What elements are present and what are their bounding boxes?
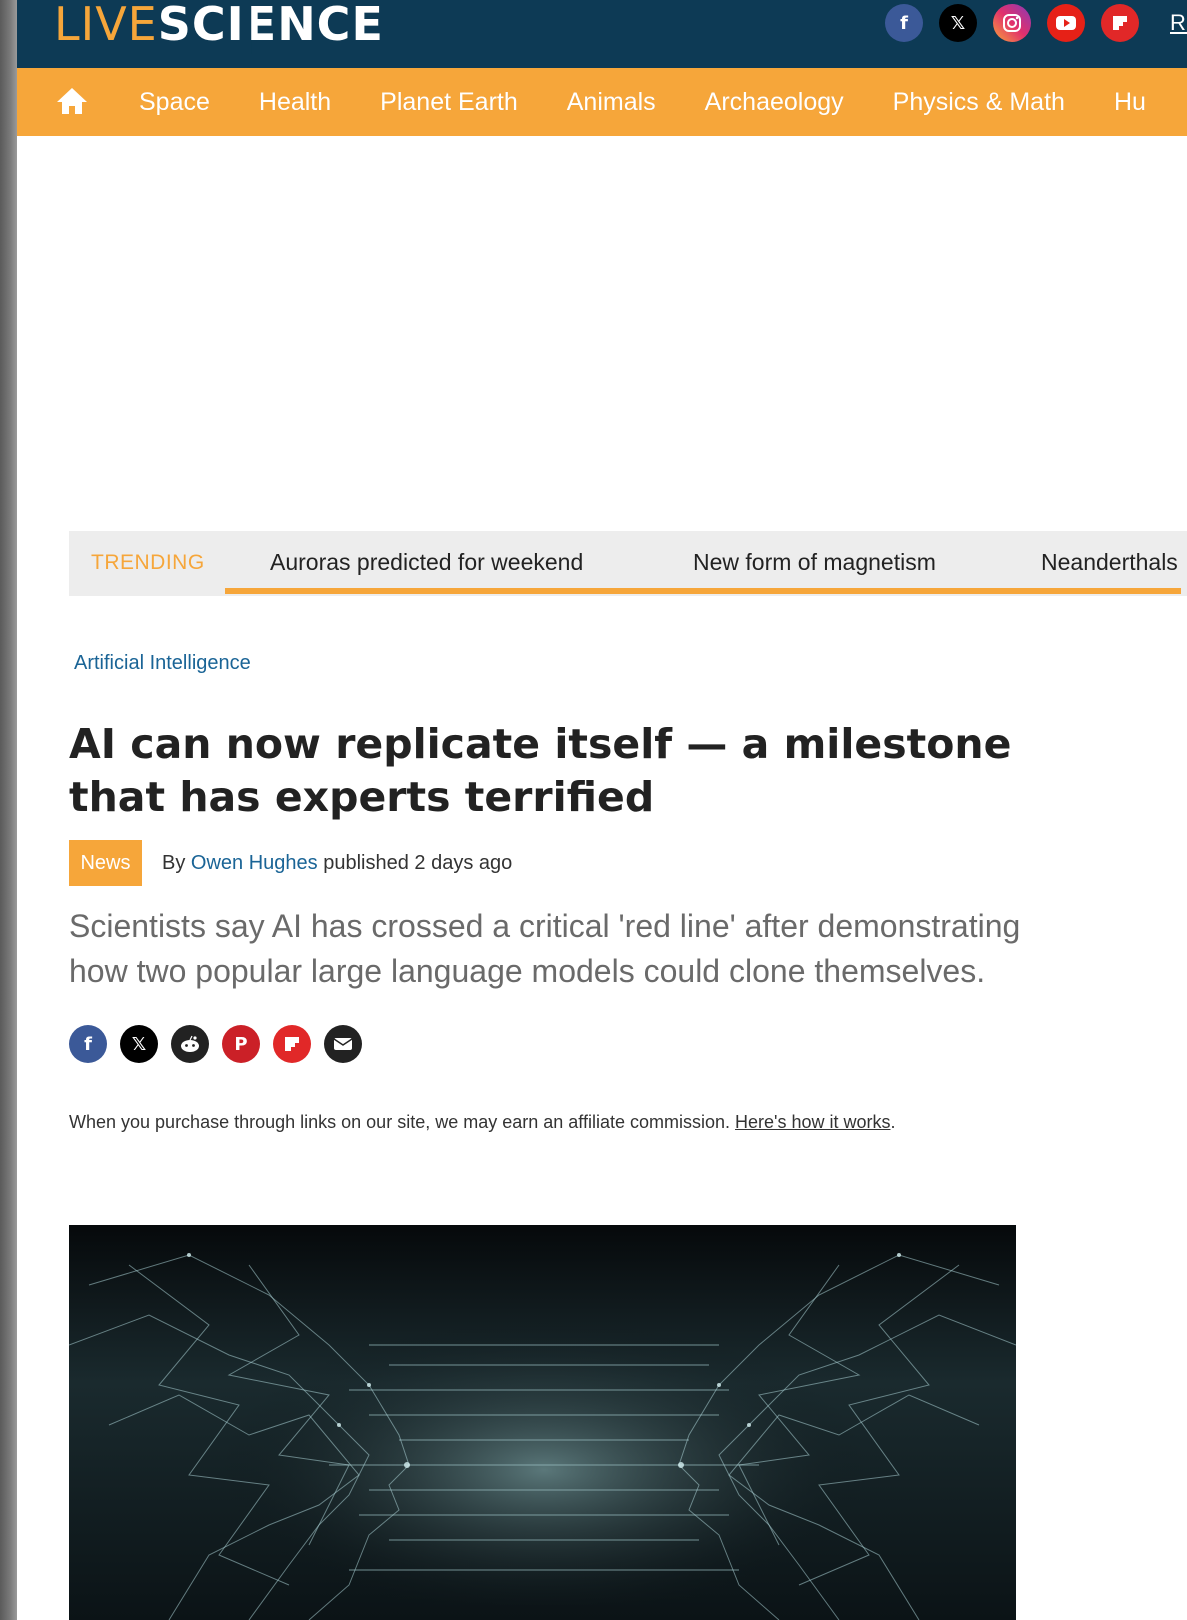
reddit-icon[interactable] (171, 1025, 209, 1063)
nav-item-human[interactable]: Hu (1114, 88, 1146, 117)
home-icon[interactable] (55, 86, 89, 116)
affiliate-disclosure: When you purchase through links on our s… (69, 1107, 1009, 1137)
facebook-icon[interactable]: f (885, 4, 923, 42)
published-date: published 2 days ago (323, 851, 513, 874)
trending-label: TRENDING (91, 551, 205, 574)
hero-image-illustration (69, 1225, 1016, 1620)
facebook-icon[interactable]: f (69, 1025, 107, 1063)
rss-link[interactable]: RSS (1170, 10, 1187, 36)
news-badge: News (69, 840, 142, 886)
nav-item-planet-earth[interactable]: Planet Earth (380, 88, 518, 117)
nav-item-health[interactable]: Health (259, 88, 331, 117)
site-header: LIVESCIENCE f 𝕏 RSS (17, 0, 1187, 68)
hero-image (69, 1225, 1016, 1620)
nav-item-space[interactable]: Space (139, 88, 210, 117)
trending-link[interactable]: New form of magnetism (693, 549, 936, 576)
email-icon[interactable] (324, 1025, 362, 1063)
trending-bar: TRENDING Auroras predicted for weekend N… (69, 531, 1187, 596)
instagram-icon[interactable] (993, 4, 1031, 42)
nav-item-animals[interactable]: Animals (567, 88, 656, 117)
byline: News By Owen Hughes published 2 days ago (69, 840, 512, 886)
site-logo[interactable]: LIVESCIE NCE (54, 0, 384, 54)
nav-item-archaeology[interactable]: Archaeology (705, 88, 844, 117)
nav-item-physics-math[interactable]: Physics & Math (893, 88, 1065, 117)
trending-link[interactable]: Neanderthals (1041, 549, 1178, 576)
byline-text: By Owen Hughes published 2 days ago (162, 852, 512, 875)
article-headline: AI can now replicate itself — a mileston… (69, 720, 1012, 821)
ad-space (17, 136, 1187, 531)
affiliate-end: . (890, 1112, 896, 1132)
article-category[interactable]: Artificial Intelligence (74, 652, 251, 675)
main-nav: Space Health Planet Earth Animals Archae… (17, 68, 1187, 136)
trending-link[interactable]: Auroras predicted for weekend (270, 549, 583, 576)
author-link[interactable]: Owen Hughes (191, 852, 318, 874)
flipboard-icon[interactable] (273, 1025, 311, 1063)
header-social-links: f 𝕏 (885, 4, 1139, 42)
article-standfirst: Scientists say AI has crossed a critical… (69, 908, 1021, 989)
pinterest-icon[interactable]: P (222, 1025, 260, 1063)
browser-frame-edge (0, 0, 17, 1620)
x-icon[interactable]: 𝕏 (120, 1025, 158, 1063)
youtube-icon[interactable] (1047, 4, 1085, 42)
nav-items: Space Health Planet Earth Animals Archae… (139, 68, 1187, 136)
affiliate-text: When you purchase through links on our s… (69, 1112, 730, 1132)
share-buttons: f 𝕏 P (69, 1025, 362, 1063)
trending-underline (225, 588, 1181, 594)
x-icon[interactable]: 𝕏 (939, 4, 977, 42)
logo-science: SCIE NCE (158, 0, 384, 54)
byline-by: By (162, 851, 186, 874)
affiliate-link[interactable]: Here's how it works (735, 1112, 890, 1132)
logo-live: LIVE (54, 0, 158, 51)
flipboard-icon[interactable] (1101, 4, 1139, 42)
